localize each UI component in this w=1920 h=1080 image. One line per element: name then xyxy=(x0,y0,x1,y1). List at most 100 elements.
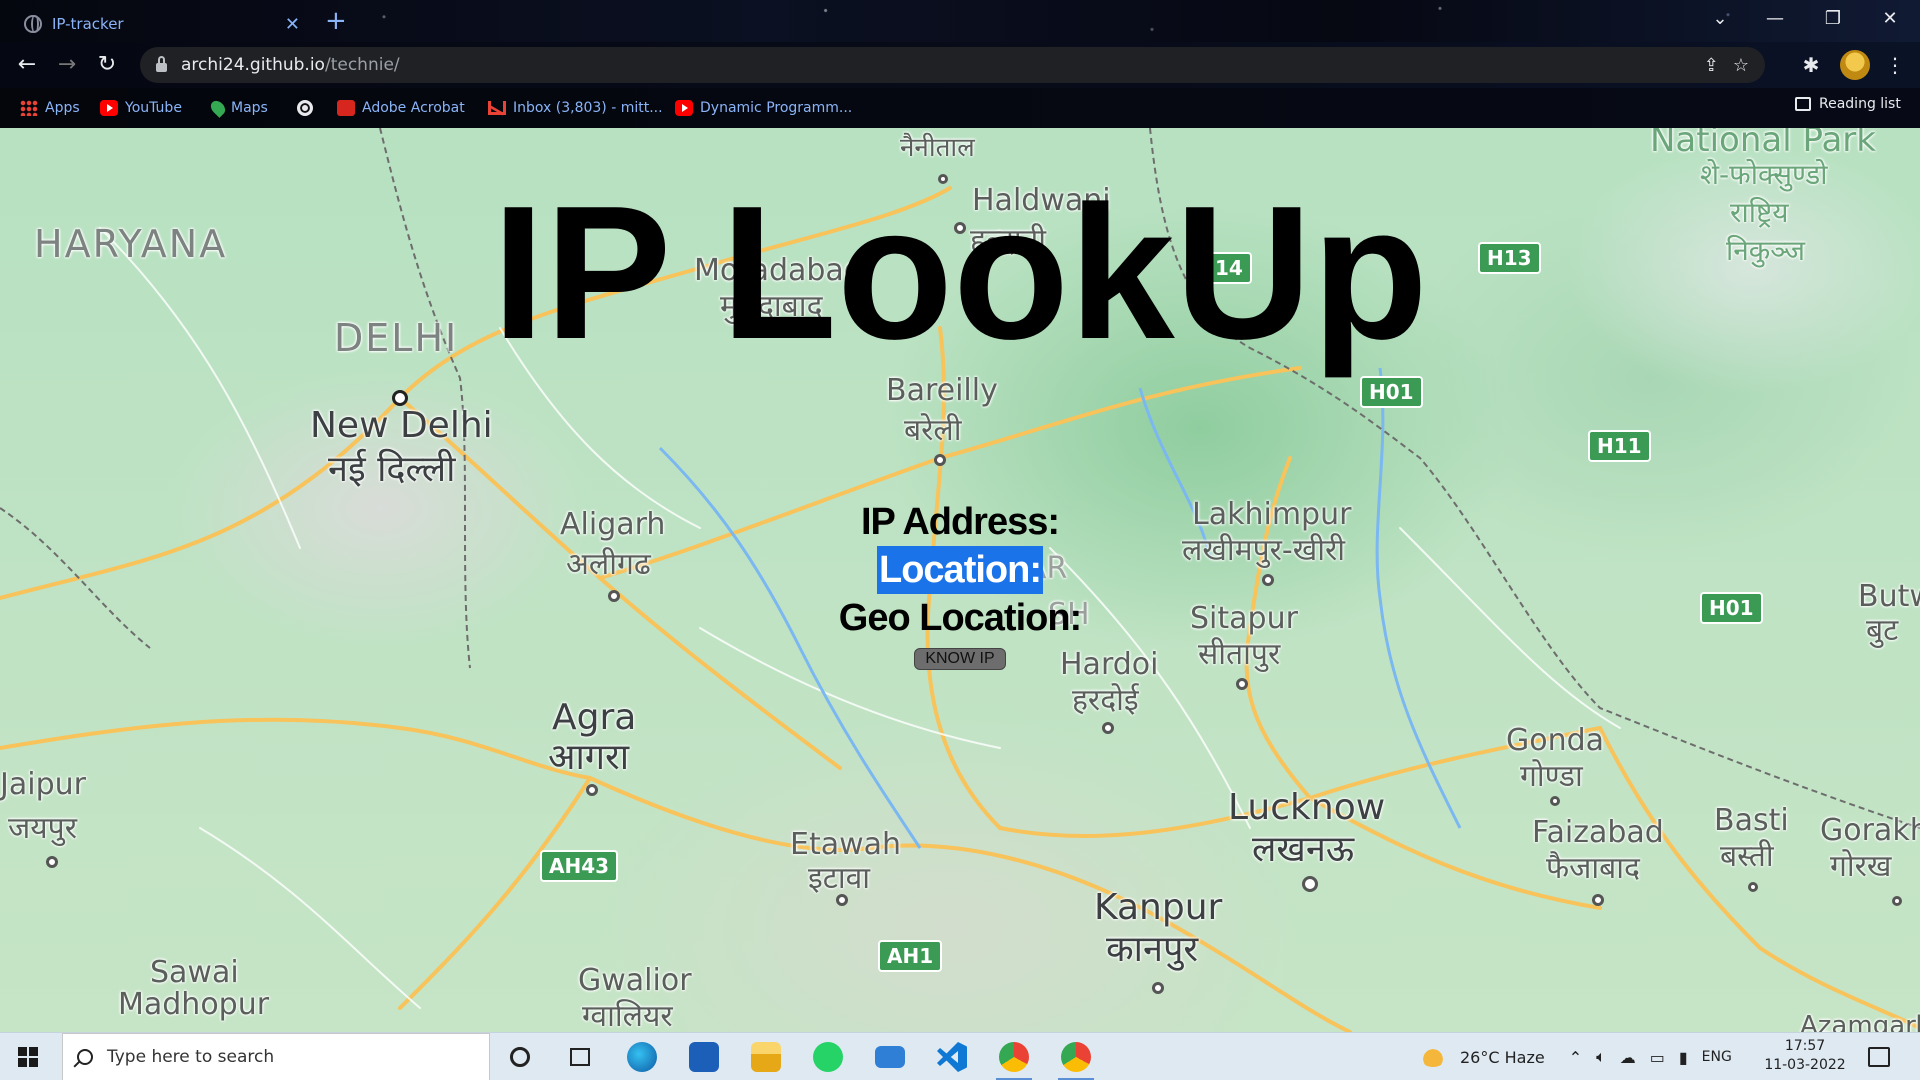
system-tray: 26°C Haze ⌃ 🔈︎ ☁︎ ▭ ▮ ENG xyxy=(1420,1033,1732,1080)
geo-location-label: Geo Location: xyxy=(838,597,1082,639)
map-label-gwalior-hi: ग्वालियर xyxy=(582,999,673,1032)
map-label-bareilly-hi: बरेली xyxy=(904,413,962,448)
map-label-sawai: Sawai xyxy=(150,955,239,990)
extensions-puzzle-icon[interactable]: ✱ xyxy=(1796,50,1826,80)
reading-list-button[interactable]: Reading list xyxy=(1795,96,1901,112)
browser-tab-strip: IP-tracker ✕ + ⌄ — ❐ ✕ xyxy=(0,0,1920,42)
bookmark-label: Maps xyxy=(231,100,268,116)
cloud-icon[interactable]: ☁︎ xyxy=(1620,1048,1636,1067)
gorakhpur-marker xyxy=(1892,896,1902,906)
app-icon[interactable] xyxy=(680,1039,728,1075)
etawah-marker xyxy=(836,894,848,906)
map-label-etawah-hi: इटावा xyxy=(808,861,871,896)
youtube-icon xyxy=(675,100,693,116)
reading-list-icon xyxy=(1795,97,1811,111)
map-label-kanpur: Kanpur xyxy=(1094,887,1223,928)
map-label-gwalior: Gwalior xyxy=(578,963,692,998)
bookmark-star-icon[interactable]: ☆ xyxy=(1733,55,1749,76)
bookmark-youtube[interactable]: YouTube xyxy=(100,96,182,120)
menu-kebab-icon[interactable]: ⋮ xyxy=(1880,50,1910,80)
lucknow-marker xyxy=(1302,876,1318,892)
close-window-button[interactable]: ✕ xyxy=(1870,4,1910,34)
weather-sun-icon[interactable] xyxy=(1420,1047,1446,1067)
highway-shield: H11 xyxy=(1588,430,1651,462)
speaker-icon[interactable]: 🔈︎ xyxy=(1596,1047,1606,1067)
taskbar-clock[interactable]: 17:57 11-03-2022 xyxy=(1760,1037,1850,1075)
kanpur-marker xyxy=(1152,982,1164,994)
bookmarks-bar: Apps YouTube Maps Adobe Acrobat Inbox (3… xyxy=(0,88,1920,128)
bookmark-maps[interactable]: Maps xyxy=(208,96,268,120)
chevron-up-icon[interactable]: ⌃ xyxy=(1569,1048,1582,1067)
faizabad-marker xyxy=(1592,894,1604,906)
whatsapp-icon[interactable] xyxy=(804,1039,852,1075)
task-view-icon[interactable] xyxy=(556,1039,604,1075)
maps-pin-icon xyxy=(208,98,228,118)
map-label-basti: Basti xyxy=(1714,803,1789,838)
bookmark-label: Inbox (3,803) - mitt... xyxy=(513,100,663,116)
battery-icon[interactable]: ▮ xyxy=(1679,1048,1688,1067)
taskbar-search-box[interactable]: Type here to search xyxy=(62,1033,490,1080)
chrome-icon[interactable] xyxy=(990,1039,1038,1080)
tab-search-icon[interactable]: ⌄ xyxy=(1700,4,1740,34)
share-icon[interactable]: ⇪ xyxy=(1704,55,1719,76)
new-delhi-marker xyxy=(392,390,408,406)
new-tab-button[interactable]: + xyxy=(325,6,347,36)
edge-browser-icon[interactable] xyxy=(618,1039,666,1075)
basti-marker xyxy=(1748,882,1758,892)
address-bar[interactable]: archi24.github.io/technie/ ⇪ ☆ xyxy=(140,47,1765,83)
mail-icon[interactable] xyxy=(866,1039,914,1075)
forward-arrow-icon[interactable]: → xyxy=(52,50,82,80)
know-ip-button[interactable]: KNOW IP xyxy=(914,648,1006,670)
search-icon xyxy=(77,1049,93,1065)
map-label-etawah: Etawah xyxy=(790,827,902,862)
close-icon[interactable]: ✕ xyxy=(285,14,300,35)
browser-tab[interactable]: IP-tracker ✕ xyxy=(12,6,312,42)
lock-icon[interactable] xyxy=(156,56,167,72)
back-arrow-icon[interactable]: ← xyxy=(12,50,42,80)
minimize-button[interactable]: — xyxy=(1755,4,1795,34)
hardoi-marker xyxy=(1102,722,1114,734)
browser-toolbar: ← → ↻ archi24.github.io/technie/ ⇪ ☆ ✱ ⋮ xyxy=(0,42,1920,88)
bookmark-label: YouTube xyxy=(125,100,182,116)
map-label-faizabad-hi: फैजाबाद xyxy=(1546,851,1640,886)
file-explorer-icon[interactable] xyxy=(742,1039,790,1075)
map-label-gorakh: Gorakh xyxy=(1820,813,1920,848)
highway-shield: AH43 xyxy=(540,850,619,882)
bookmark-gmail[interactable]: Inbox (3,803) - mitt... xyxy=(488,96,663,120)
bookmark-dynamic-programming[interactable]: Dynamic Programm... xyxy=(675,96,852,120)
weather-text[interactable]: 26°C Haze xyxy=(1460,1048,1545,1067)
map-label-gorakh-hi: गोरख xyxy=(1830,849,1892,884)
gmail-icon xyxy=(488,101,506,115)
bookmark-apps[interactable]: Apps xyxy=(20,96,80,120)
url-text[interactable]: archi24.github.io/technie/ xyxy=(181,55,1690,75)
gonda-marker xyxy=(1550,796,1560,806)
network-icon[interactable]: ▭ xyxy=(1650,1048,1665,1067)
map-label-madhopur: Madhopur xyxy=(118,987,270,1022)
map-label-lucknow-hi: लखनऊ xyxy=(1252,829,1355,870)
tab-title: IP-tracker xyxy=(52,15,124,33)
map-label-new-delhi: New Delhi xyxy=(310,405,493,446)
bookmark-label: Dynamic Programm... xyxy=(700,100,853,116)
ip-address-label: IP Address: xyxy=(860,501,1060,543)
map-label-national-park: National Park xyxy=(1650,128,1876,160)
bookmark-acrobat[interactable]: Adobe Acrobat xyxy=(337,96,465,120)
cortana-icon[interactable] xyxy=(496,1039,544,1075)
reload-icon[interactable]: ↻ xyxy=(92,50,122,80)
windows-start-icon[interactable] xyxy=(18,1047,38,1067)
map-label-agra: Agra xyxy=(552,697,637,738)
restore-button[interactable]: ❐ xyxy=(1813,4,1853,34)
map-label-new-delhi-hi: नई दिल्ली xyxy=(328,449,456,490)
language-indicator[interactable]: ENG xyxy=(1702,1049,1732,1065)
bookmark-label: Adobe Acrobat xyxy=(362,100,465,116)
profile-avatar[interactable] xyxy=(1840,50,1870,80)
chrome-profile-icon[interactable] xyxy=(1052,1039,1100,1080)
highway-shield: AH1 xyxy=(878,940,943,972)
bareilly-marker xyxy=(934,454,946,466)
clock-date: 11-03-2022 xyxy=(1764,1057,1846,1073)
bookmark-globe[interactable] xyxy=(297,96,313,120)
vscode-icon[interactable] xyxy=(928,1039,976,1075)
location-label: Location: xyxy=(877,546,1043,594)
map-label-azamgarh: Azamgarh xyxy=(1800,1011,1920,1032)
map-label-agra-hi: आगरा xyxy=(548,737,630,778)
notification-icon[interactable] xyxy=(1868,1047,1890,1067)
